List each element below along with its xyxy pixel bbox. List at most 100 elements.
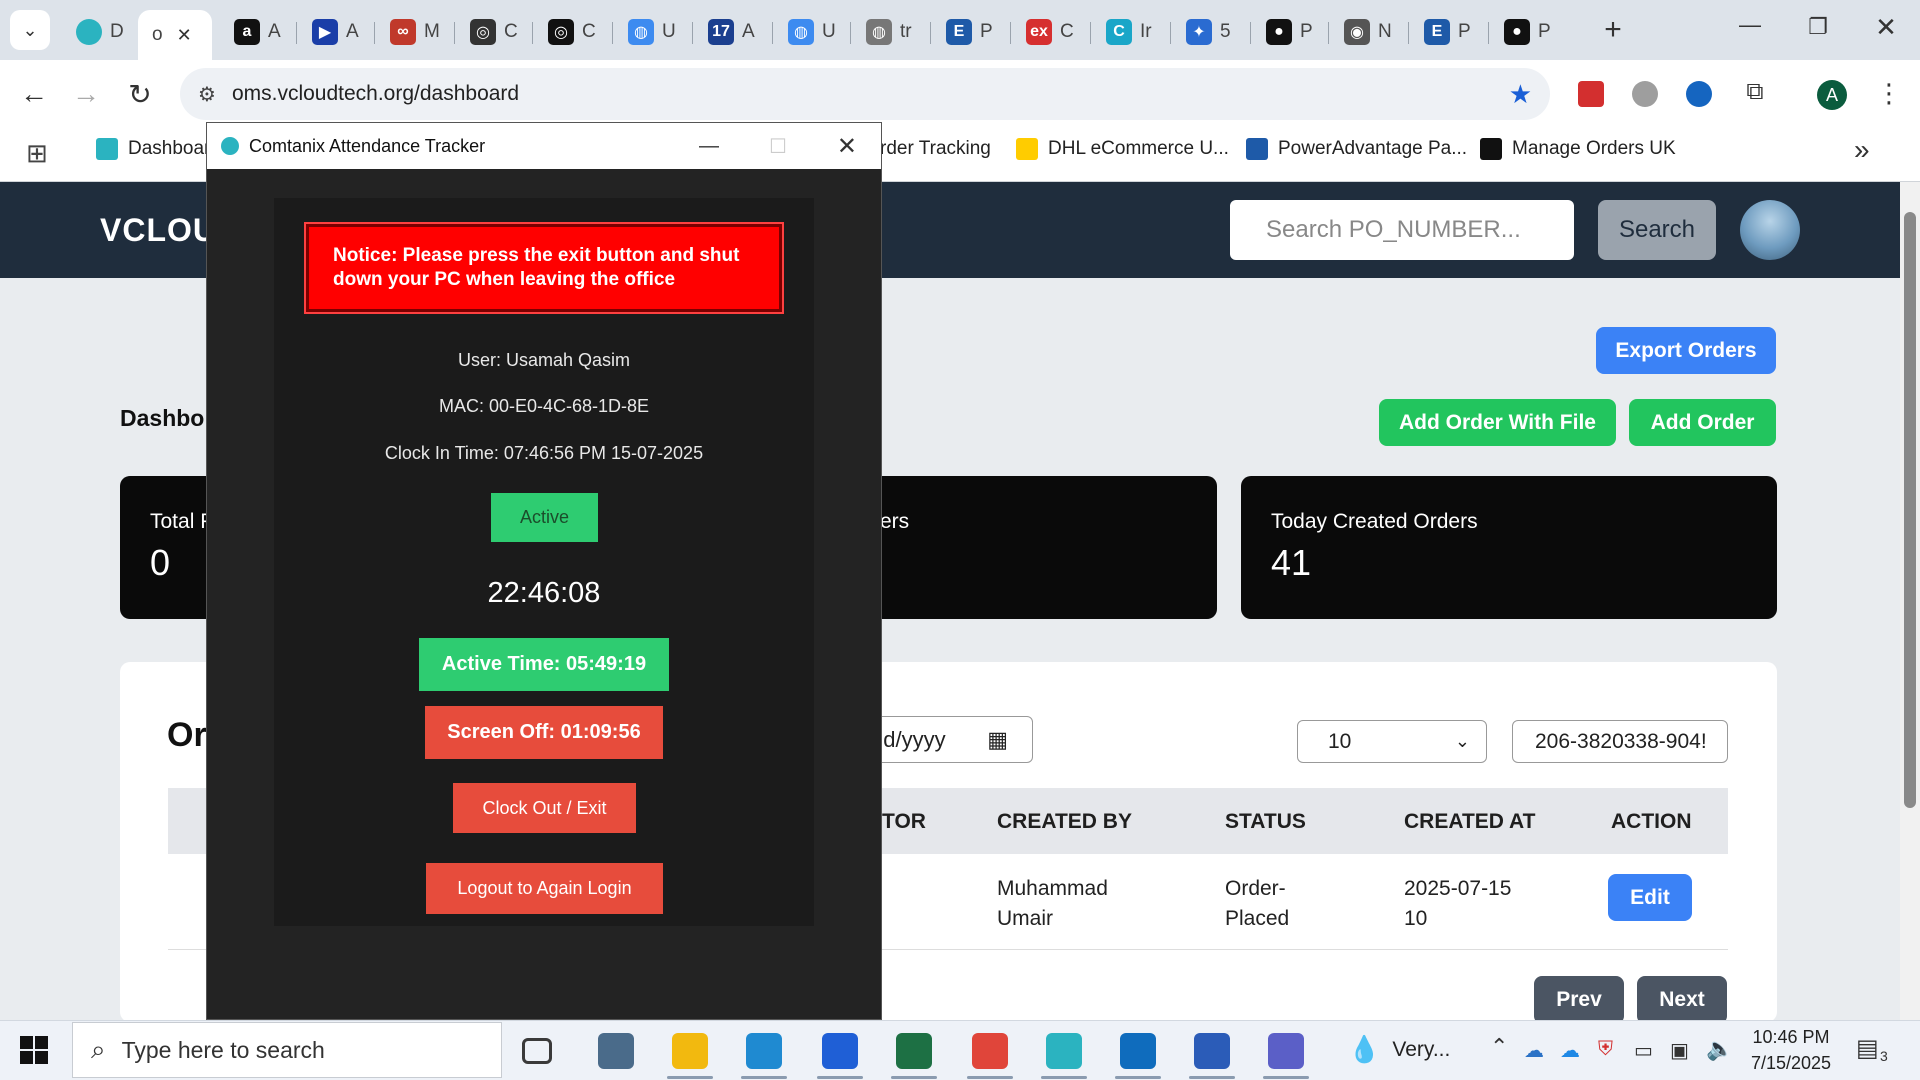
prev-button[interactable]: Prev	[1534, 976, 1624, 1024]
chrome-icon[interactable]	[972, 1033, 1008, 1069]
tab-3[interactable]: ▶ A	[298, 12, 378, 52]
address-bar[interactable]: ⚙ oms.vcloudtech.org/dashboard ★	[180, 68, 1550, 120]
minimize-button[interactable]: —	[1730, 12, 1770, 48]
page-size-select[interactable]: 10 ⌄	[1297, 720, 1487, 763]
bookmark-label: rder Tracking	[880, 138, 991, 159]
tab-5[interactable]: ◎ C	[456, 12, 536, 52]
vpn-extension-icon[interactable]	[1686, 81, 1712, 107]
edit-button[interactable]: Edit	[1608, 874, 1692, 921]
add-order-button[interactable]: Add Order	[1629, 399, 1776, 446]
comtanix-icon[interactable]	[1046, 1033, 1082, 1069]
next-button[interactable]: Next	[1637, 976, 1727, 1024]
apps-grid-icon[interactable]: ⊞	[26, 138, 48, 169]
tab-11[interactable]: EP	[932, 12, 1012, 52]
bookmark-dhl[interactable]: DHL eCommerce U...	[1016, 138, 1229, 160]
tab-2[interactable]: aA	[220, 12, 300, 52]
file-explorer-icon[interactable]	[672, 1033, 708, 1069]
extensions-button[interactable]: ⧉	[1740, 78, 1770, 108]
edge-icon[interactable]	[746, 1033, 782, 1069]
word-icon[interactable]	[1194, 1033, 1230, 1069]
task-view-icon[interactable]	[522, 1038, 552, 1064]
network-icon[interactable]: ▣	[1670, 1038, 1689, 1063]
openai-icon: ◎	[548, 19, 574, 45]
bookmark-dashboard[interactable]: Dashboar	[96, 138, 210, 160]
cell-line: 2025-07-15	[1404, 877, 1512, 900]
tab-16[interactable]: ◉ N	[1330, 12, 1410, 52]
tab-18[interactable]: ● P	[1490, 12, 1570, 52]
weather-widget[interactable]: 💧 Very...	[1348, 1034, 1450, 1065]
column-header: CREATED BY	[997, 810, 1132, 833]
logout-button[interactable]: Logout to Again Login	[426, 863, 663, 914]
tab-list-button[interactable]: ⌄	[10, 10, 50, 50]
tab-14[interactable]: ✦ 5	[1172, 12, 1252, 52]
tab-17[interactable]: EP	[1410, 12, 1490, 52]
menu-button[interactable]: ⋮	[1876, 78, 1902, 108]
tab-4[interactable]: ∞ M	[376, 12, 456, 52]
outlook-icon[interactable]	[1120, 1033, 1156, 1069]
minimize-icon: —	[1739, 12, 1761, 37]
order-search-input[interactable]: 206-3820338-904!	[1512, 720, 1728, 763]
bookmark-star-icon[interactable]: ★	[1509, 79, 1532, 110]
tab-1[interactable]: o ✕	[138, 10, 212, 60]
export-orders-button[interactable]: Export Orders	[1596, 327, 1776, 374]
close-window-button[interactable]: ✕	[1866, 12, 1906, 48]
calendar-icon[interactable]: ▦	[987, 727, 1008, 753]
tab-separator	[1010, 22, 1011, 44]
url-text[interactable]: oms.vcloudtech.org/dashboard	[232, 82, 519, 106]
bookmark-poweradvantage[interactable]: PowerAdvantage Pa...	[1246, 138, 1467, 160]
taskbar-search[interactable]: ⌕ Type here to search	[72, 1022, 502, 1078]
clock-out-button[interactable]: Clock Out / Exit	[453, 783, 636, 833]
running-indicator	[1189, 1076, 1235, 1079]
tab-9[interactable]: ◍ U	[774, 12, 854, 52]
profile-avatar[interactable]: A	[1817, 80, 1847, 110]
tab-0[interactable]: D	[62, 12, 142, 52]
notifications-button[interactable]: ▤ 3	[1856, 1034, 1892, 1064]
bookmark-order-tracking[interactable]: rder Tracking	[880, 138, 991, 160]
pdf-extension-icon[interactable]	[1578, 81, 1604, 107]
scrollbar-thumb[interactable]	[1904, 212, 1916, 808]
po-search-input[interactable]: Search PO_NUMBER...	[1230, 200, 1574, 260]
tab-12[interactable]: ex C	[1012, 12, 1092, 52]
globe-extension-icon[interactable]	[1632, 81, 1658, 107]
onedrive-icon[interactable]: ☁	[1524, 1038, 1544, 1063]
clock-widget[interactable]: 10:46 PM 7/15/2025	[1746, 1024, 1836, 1076]
back-button[interactable]: ←	[16, 78, 52, 114]
avatar[interactable]	[1740, 200, 1800, 260]
reload-button[interactable]: ↻	[122, 78, 158, 114]
chevron-down-icon: ⌄	[22, 19, 38, 40]
tab-13[interactable]: C Ir	[1092, 12, 1172, 52]
bookmark-manage-orders[interactable]: Manage Orders UK	[1480, 138, 1676, 160]
taskbar-time: 10:46 PM	[1752, 1027, 1830, 1047]
tab-6[interactable]: ◎ C	[534, 12, 614, 52]
new-tab-button[interactable]: +	[1597, 13, 1629, 46]
dialog-close-button[interactable]: ✕	[837, 132, 857, 161]
tab-10[interactable]: ◍ tr	[852, 12, 932, 52]
onedrive-personal-icon[interactable]: ☁	[1560, 1038, 1580, 1063]
battery-icon[interactable]: ▭	[1634, 1038, 1653, 1063]
dialog-minimize-button[interactable]: —	[699, 135, 719, 158]
tab-8[interactable]: 17 A	[694, 12, 774, 52]
teams-icon[interactable]	[1268, 1033, 1304, 1069]
tray-overflow-icon[interactable]: ⌃	[1490, 1034, 1508, 1060]
excel-icon[interactable]	[896, 1033, 932, 1069]
restore-button[interactable]: ❐	[1798, 14, 1838, 50]
zoho-icon[interactable]	[822, 1033, 858, 1069]
tab-15[interactable]: ● P	[1252, 12, 1332, 52]
close-tab-icon[interactable]: ✕	[177, 25, 192, 46]
search-button[interactable]: Search	[1598, 200, 1716, 260]
security-icon[interactable]: ⛨	[1598, 1038, 1613, 1061]
forward-button[interactable]: →	[68, 78, 104, 114]
calculator-icon[interactable]	[598, 1033, 634, 1069]
water-drop-icon: 💧	[1348, 1034, 1381, 1064]
face-icon: ●	[1266, 19, 1292, 45]
face-icon: ●	[1504, 19, 1530, 45]
add-order-with-file-button[interactable]: Add Order With File	[1379, 399, 1616, 446]
site-info-icon[interactable]: ⚙	[198, 82, 216, 107]
back-arrow-icon: ←	[20, 78, 48, 109]
stat-card-title: ers	[880, 510, 910, 533]
start-button[interactable]	[20, 1036, 48, 1064]
volume-icon[interactable]: 🔈	[1706, 1036, 1733, 1062]
tab-7[interactable]: ◍ U	[614, 12, 694, 52]
more-bookmarks-icon[interactable]: »	[1854, 134, 1870, 166]
page-scrollbar[interactable]	[1900, 182, 1920, 1020]
